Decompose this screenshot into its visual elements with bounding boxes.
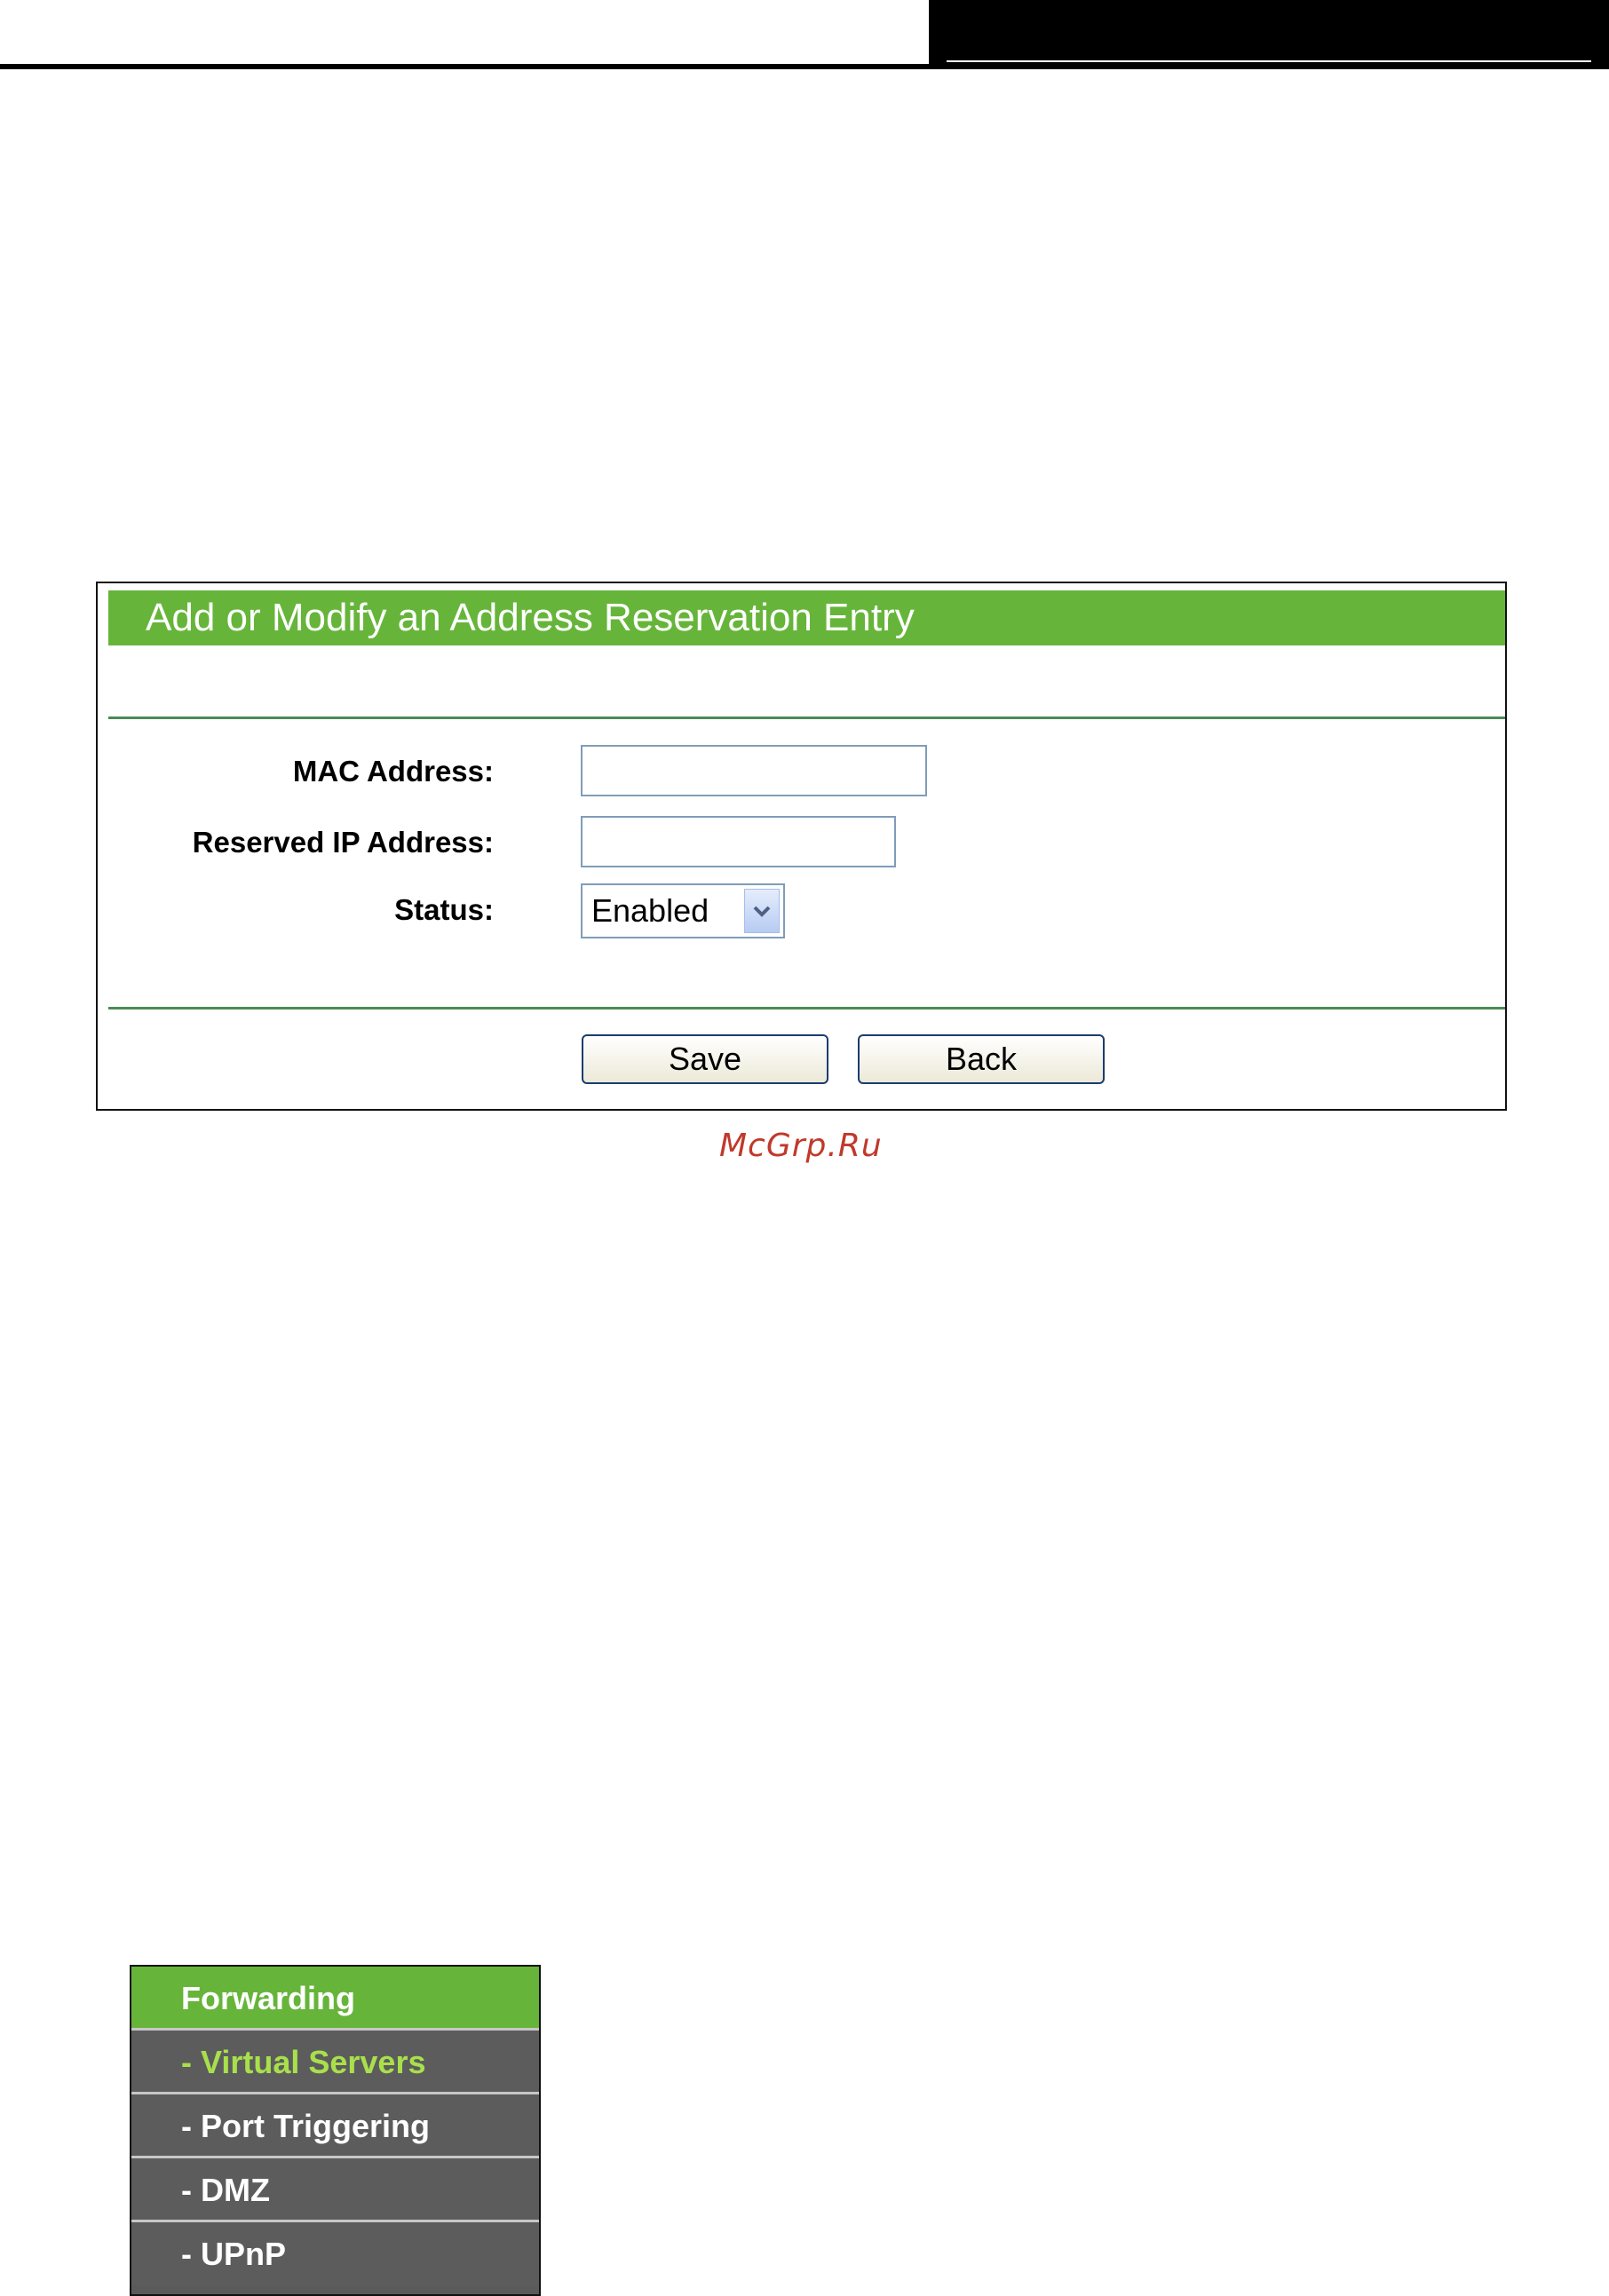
menu-item-upnp[interactable]: - UPnP bbox=[131, 2222, 539, 2286]
form-title: Add or Modify an Address Reservation Ent… bbox=[108, 590, 1505, 645]
status-row: Status: Enabled bbox=[98, 883, 1505, 938]
address-reservation-form: Add or Modify an Address Reservation Ent… bbox=[96, 582, 1507, 1111]
mac-address-label: MAC Address: bbox=[292, 755, 494, 788]
menu-item-port-triggering[interactable]: - Port Triggering bbox=[131, 2094, 539, 2158]
form-divider-top bbox=[108, 717, 1505, 719]
mac-address-input[interactable] bbox=[581, 745, 927, 796]
status-label: Status: bbox=[394, 893, 494, 926]
header-inner-line bbox=[947, 60, 1591, 62]
status-select[interactable]: Enabled bbox=[581, 883, 785, 938]
reserved-ip-row: Reserved IP Address: bbox=[98, 816, 1505, 869]
watermark-text: McGrp.Ru bbox=[719, 1128, 883, 1164]
reserved-ip-label: Reserved IP Address: bbox=[192, 826, 494, 859]
header-black-bar bbox=[929, 0, 1609, 69]
menu-item-virtual-servers[interactable]: - Virtual Servers bbox=[131, 2031, 539, 2094]
menu-item-dmz[interactable]: - DMZ bbox=[131, 2158, 539, 2222]
status-select-value: Enabled bbox=[591, 892, 709, 929]
menu-header-forwarding[interactable]: Forwarding bbox=[131, 1967, 539, 2031]
save-button[interactable]: Save bbox=[582, 1034, 828, 1084]
header-rule bbox=[0, 64, 929, 69]
back-button[interactable]: Back bbox=[858, 1034, 1105, 1084]
mac-address-row: MAC Address: bbox=[98, 745, 1505, 798]
form-divider-bottom bbox=[108, 1007, 1505, 1009]
chevron-down-icon[interactable] bbox=[744, 889, 780, 933]
reserved-ip-input[interactable] bbox=[581, 816, 896, 867]
forwarding-menu: Forwarding - Virtual Servers - Port Trig… bbox=[130, 1965, 541, 2296]
